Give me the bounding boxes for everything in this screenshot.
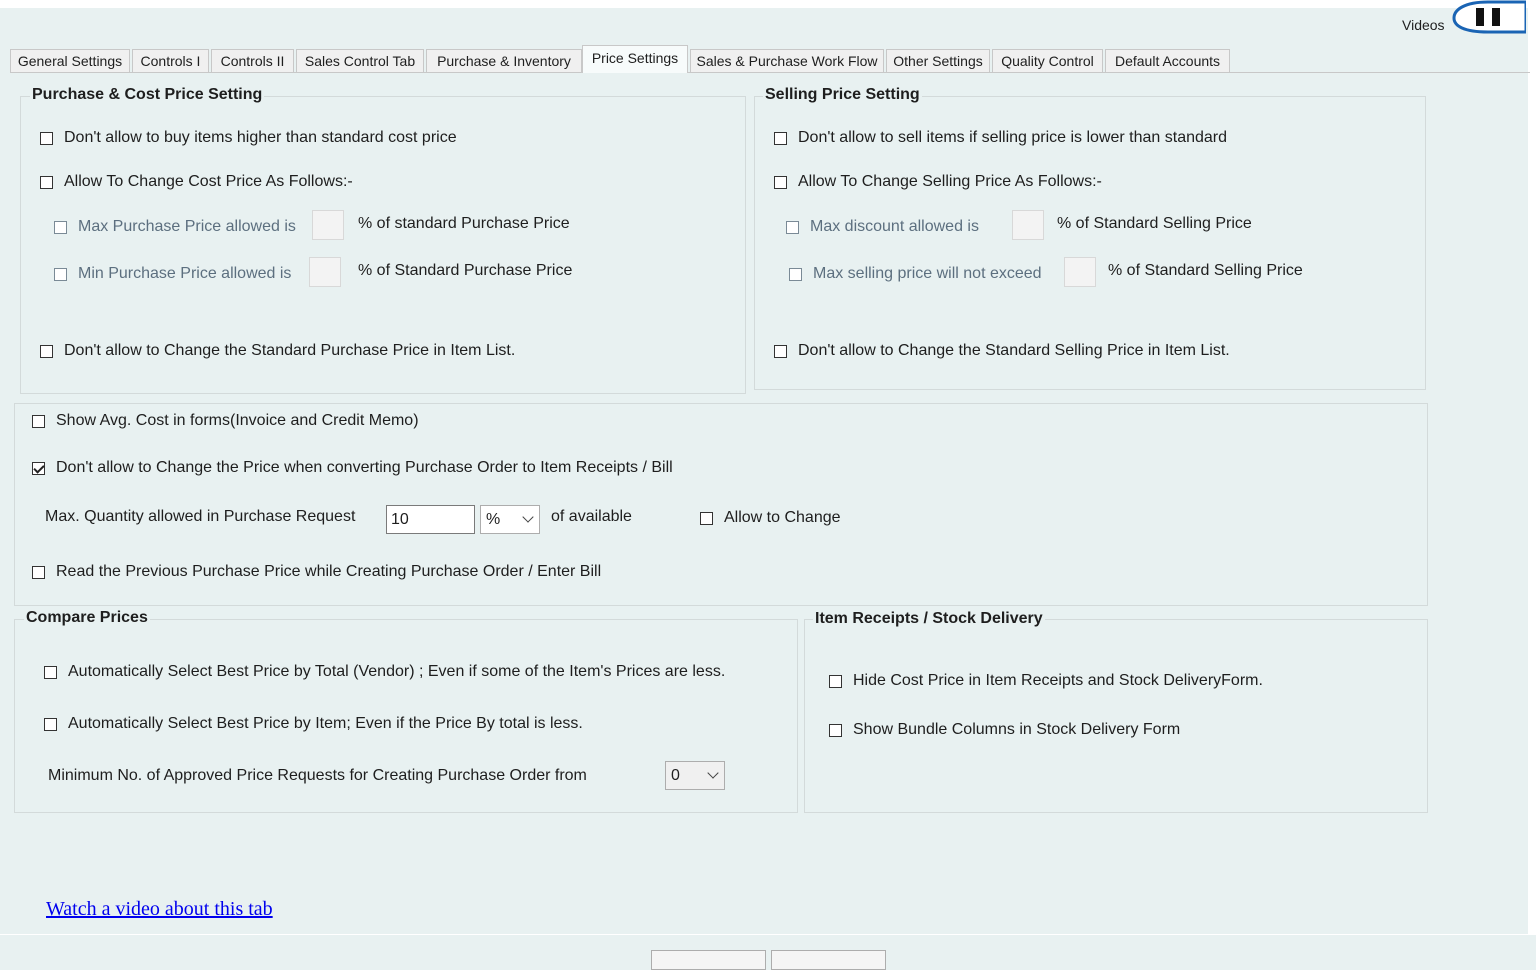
allow-to-change-row[interactable]: Allow to Change — [700, 509, 841, 527]
min-purchase-percent-input[interactable] — [309, 257, 341, 287]
item-receipts-group — [804, 619, 1428, 813]
show-avg-cost-label: Show Avg. Cost in forms(Invoice and Cred… — [56, 412, 419, 429]
show-bundle-checkbox[interactable] — [829, 723, 842, 737]
watch-video-link[interactable]: Watch a video about this tab — [46, 898, 273, 921]
tab-panel-border — [10, 72, 1530, 73]
tab-price-settings[interactable]: Price Settings — [582, 45, 688, 73]
show-avg-cost-checkbox[interactable] — [32, 414, 45, 428]
best-by-total-label: Automatically Select Best Price by Total… — [68, 663, 726, 680]
allow-change-cost-checkbox[interactable] — [40, 175, 53, 189]
allow-to-change-label: Allow to Change — [724, 509, 841, 526]
max-discount-label: Max discount allowed is — [810, 218, 979, 235]
allow-change-selling-row[interactable]: Allow To Change Selling Price As Follows… — [774, 173, 1102, 191]
tab-purchase-inventory[interactable]: Purchase & Inventory — [426, 49, 582, 72]
tab-sales-control[interactable]: Sales Control Tab — [296, 49, 424, 72]
tab-quality-control[interactable]: Quality Control — [992, 49, 1103, 72]
dont-sell-lower-label: Don't allow to sell items if selling pri… — [798, 129, 1228, 146]
tab-general-settings[interactable]: General Settings — [10, 49, 130, 72]
max-qty-label: Max. Quantity allowed in Purchase Reques… — [45, 508, 356, 525]
ok-button[interactable] — [651, 950, 766, 970]
best-by-item-label: Automatically Select Best Price by Item;… — [68, 715, 583, 732]
dont-change-std-purchase-checkbox[interactable] — [40, 344, 53, 358]
hide-cost-row[interactable]: Hide Cost Price in Item Receipts and Sto… — [829, 672, 1263, 690]
max-purchase-percent-input[interactable] — [312, 210, 344, 240]
dont-buy-higher-row[interactable]: Don't allow to buy items higher than sta… — [40, 129, 457, 147]
dont-buy-higher-label: Don't allow to buy items higher than sta… — [64, 129, 457, 146]
hide-cost-label: Hide Cost Price in Item Receipts and Sto… — [853, 672, 1263, 689]
min-approved-select[interactable]: 0 — [665, 761, 725, 790]
tab-other-settings[interactable]: Other Settings — [886, 49, 990, 72]
best-by-item-row[interactable]: Automatically Select Best Price by Item;… — [44, 715, 583, 733]
tab-default-accounts[interactable]: Default Accounts — [1105, 49, 1230, 72]
window-right-edge — [1528, 0, 1536, 960]
max-discount-checkbox[interactable] — [786, 220, 799, 234]
best-by-item-checkbox[interactable] — [44, 717, 57, 731]
best-by-total-row[interactable]: Automatically Select Best Price by Total… — [44, 663, 725, 681]
max-purchase-row[interactable]: Max Purchase Price allowed is — [54, 218, 296, 236]
max-qty-unit-select[interactable]: % — [480, 505, 540, 534]
min-approved-value: 0 — [671, 767, 680, 784]
show-bundle-row[interactable]: Show Bundle Columns in Stock Delivery Fo… — [829, 721, 1180, 739]
read-prev-price-row[interactable]: Read the Previous Purchase Price while C… — [32, 563, 601, 581]
max-qty-input[interactable]: 10 — [386, 505, 475, 534]
tab-controls-1[interactable]: Controls I — [132, 49, 209, 72]
max-selling-row[interactable]: Max selling price will not exceed — [789, 265, 1042, 283]
show-avg-cost-row[interactable]: Show Avg. Cost in forms(Invoice and Cred… — [32, 412, 419, 430]
chevron-down-icon — [522, 511, 534, 523]
read-prev-price-label: Read the Previous Purchase Price while C… — [56, 563, 602, 580]
max-discount-percent-input[interactable] — [1012, 210, 1044, 240]
dont-sell-lower-row[interactable]: Don't allow to sell items if selling pri… — [774, 129, 1227, 147]
allow-to-change-checkbox[interactable] — [700, 511, 713, 525]
dont-change-std-selling-row[interactable]: Don't allow to Change the Standard Selli… — [774, 342, 1230, 360]
max-selling-checkbox[interactable] — [789, 267, 802, 281]
window-top-edge — [0, 0, 1536, 8]
tab-sales-purchase-workflow[interactable]: Sales & Purchase Work Flow — [690, 49, 884, 72]
dont-change-std-purchase-row[interactable]: Don't allow to Change the Standard Purch… — [40, 342, 515, 360]
chevron-down-icon — [707, 767, 719, 779]
compare-prices-title: Compare Prices — [24, 609, 150, 627]
dont-change-price-po-label: Don't allow to Change the Price when con… — [56, 459, 673, 476]
dont-change-price-po-checkbox[interactable] — [32, 461, 45, 475]
dialog-button-area — [0, 934, 1536, 960]
dont-change-std-purchase-label: Don't allow to Change the Standard Purch… — [64, 342, 516, 359]
videos-label: Videos — [1402, 17, 1445, 33]
min-approved-label: Minimum No. of Approved Price Requests f… — [48, 767, 587, 784]
videos-logo-icon[interactable] — [1452, 0, 1526, 34]
max-selling-percent-input[interactable] — [1064, 257, 1096, 287]
dont-buy-higher-checkbox[interactable] — [40, 131, 53, 145]
max-selling-label: Max selling price will not exceed — [813, 265, 1042, 282]
best-by-total-checkbox[interactable] — [44, 665, 57, 679]
allow-change-cost-row[interactable]: Allow To Change Cost Price As Follows:- — [40, 173, 353, 191]
dont-change-std-selling-label: Don't allow to Change the Standard Selli… — [798, 342, 1230, 359]
close-button[interactable] — [771, 950, 886, 970]
min-purchase-label: Min Purchase Price allowed is — [78, 265, 292, 282]
item-receipts-title: Item Receipts / Stock Delivery — [813, 610, 1045, 628]
max-discount-row[interactable]: Max discount allowed is — [786, 218, 979, 236]
of-available-label: of available — [551, 508, 632, 525]
max-purchase-label: Max Purchase Price allowed is — [78, 218, 296, 235]
min-purchase-suffix: % of Standard Purchase Price — [358, 262, 573, 279]
allow-change-selling-label: Allow To Change Selling Price As Follows… — [798, 173, 1102, 190]
min-purchase-checkbox[interactable] — [54, 267, 67, 281]
hide-cost-checkbox[interactable] — [829, 674, 842, 688]
max-purchase-checkbox[interactable] — [54, 220, 67, 234]
dont-change-std-selling-checkbox[interactable] — [774, 344, 787, 358]
dont-change-price-po-row[interactable]: Don't allow to Change the Price when con… — [32, 459, 673, 477]
tab-controls-2[interactable]: Controls II — [211, 49, 294, 72]
max-discount-suffix: % of Standard Selling Price — [1057, 215, 1252, 232]
dont-sell-lower-checkbox[interactable] — [774, 131, 787, 145]
max-purchase-suffix: % of standard Purchase Price — [358, 215, 570, 232]
allow-change-cost-label: Allow To Change Cost Price As Follows:- — [64, 173, 353, 190]
max-qty-unit-value: % — [486, 511, 501, 528]
min-purchase-row[interactable]: Min Purchase Price allowed is — [54, 265, 291, 283]
purchase-cost-title: Purchase & Cost Price Setting — [30, 86, 265, 104]
dialog-divider — [0, 934, 1536, 935]
read-prev-price-checkbox[interactable] — [32, 565, 45, 579]
selling-price-title: Selling Price Setting — [763, 86, 922, 104]
max-selling-suffix: % of Standard Selling Price — [1108, 262, 1303, 279]
allow-change-selling-checkbox[interactable] — [774, 175, 787, 189]
show-bundle-label: Show Bundle Columns in Stock Delivery Fo… — [853, 721, 1181, 738]
